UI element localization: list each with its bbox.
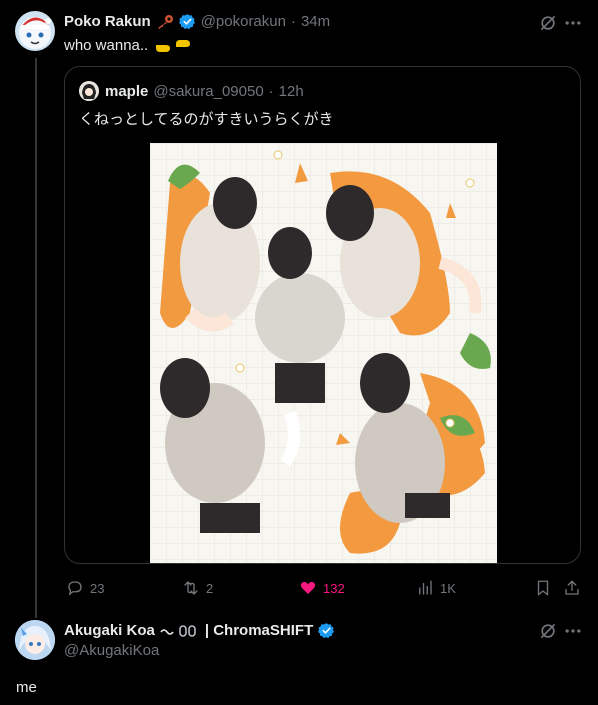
post-time[interactable]: 34m	[301, 13, 330, 30]
pointing-hands-emoji-icon	[154, 38, 192, 54]
like-button[interactable]: 132	[299, 579, 345, 597]
grok-icon[interactable]	[538, 13, 558, 33]
quoted-post-header: maple @sakura_09050 · 12h	[105, 83, 304, 100]
main-post-header: Poko Rakun @pokorakun · 34m	[64, 13, 330, 30]
more-options-icon[interactable]	[563, 13, 583, 33]
handle[interactable]: @pokorakun	[201, 13, 286, 30]
reply-button[interactable]: 23	[66, 579, 104, 597]
repost-icon	[184, 581, 198, 595]
quoted-post-time[interactable]: 12h	[279, 83, 304, 100]
reply-post-header: Akugaki Koa | ChromaSHIFT	[64, 622, 335, 639]
separator-dot: ·	[268, 83, 274, 100]
main-post-body: who wanna..	[64, 37, 192, 54]
avatar-maple[interactable]	[79, 81, 99, 101]
reply-count: 23	[90, 580, 105, 596]
quoted-display-name[interactable]: maple	[105, 83, 148, 100]
share-icon	[565, 580, 579, 595]
thread-line	[35, 58, 37, 618]
repost-count: 2	[206, 580, 214, 596]
grok-icon[interactable]	[538, 621, 558, 641]
views-button[interactable]: 1K	[416, 579, 456, 597]
reply-handle[interactable]: @AkugakiKoa	[64, 642, 159, 659]
bookmark-icon	[537, 580, 549, 596]
verified-badge-icon	[178, 13, 196, 30]
tilde-chain-emoji-icon	[160, 623, 200, 639]
verified-badge-icon	[318, 622, 335, 639]
display-name[interactable]: Poko Rakun	[64, 13, 151, 30]
post-image[interactable]	[150, 143, 497, 563]
reply-post-text: me	[16, 679, 37, 696]
separator-dot: ·	[290, 13, 296, 30]
share-button[interactable]	[563, 579, 581, 597]
reply-display-name[interactable]: Akugaki Koa	[64, 622, 155, 639]
heart-icon	[300, 581, 316, 594]
quoted-post-text: くねっとしてるのがすきいうらくがき	[79, 110, 334, 128]
reply-icon	[68, 581, 82, 596]
bookmark-button[interactable]	[534, 579, 552, 597]
like-count: 132	[323, 580, 345, 596]
more-options-icon[interactable]	[563, 621, 583, 641]
quoted-handle[interactable]: @sakura_09050	[153, 83, 263, 100]
avatar-poko-rakun[interactable]	[15, 11, 55, 51]
avatar-akugaki-koa[interactable]	[15, 620, 55, 660]
reply-name-suffix[interactable]: | ChromaSHIFT	[205, 622, 313, 639]
views-icon	[419, 580, 432, 595]
post-text: who wanna..	[64, 37, 149, 54]
key-emoji-icon	[156, 14, 174, 30]
repost-button[interactable]: 2	[182, 579, 213, 597]
view-count: 1K	[440, 580, 456, 596]
